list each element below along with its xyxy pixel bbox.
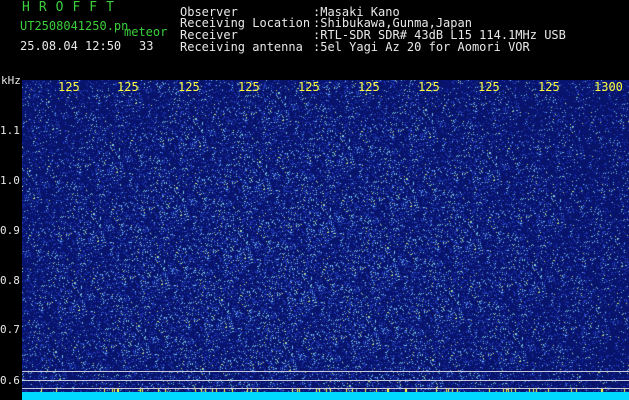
x-tick-label: 125 xyxy=(538,80,560,94)
y-axis-unit: kHz xyxy=(1,74,21,87)
y-tick-label: 0.7 xyxy=(0,323,20,336)
program-title: HROFFT xyxy=(22,0,123,15)
x-tick-label: 125 xyxy=(358,80,380,94)
signal-baseline xyxy=(22,392,629,400)
file-name: UT2508041250.pn xyxy=(20,19,129,33)
x-tick-label: 125 xyxy=(58,80,80,94)
antenna-value: :5el Yagi Az 20 for Aomori VOR xyxy=(313,40,530,54)
y-tick-label: 0.6 xyxy=(0,374,20,387)
meteor-count: 33 xyxy=(139,39,154,53)
x-tick-label: 125 xyxy=(418,80,440,94)
file-type-label: meteor xyxy=(124,25,168,39)
y-tick-label: 0.8 xyxy=(0,274,20,287)
x-tick-label: 125 xyxy=(117,80,139,94)
hrofft-window: HROFFT UT2508041250.pn meteor 25.08.04 1… xyxy=(0,0,629,400)
timestamp: 25.08.04 12:50 xyxy=(20,39,122,53)
y-tick-label: 1.0 xyxy=(0,174,20,187)
antenna-label: Receiving antenna xyxy=(180,40,303,54)
spectrogram-noise xyxy=(22,80,629,400)
x-tick-label: 125 xyxy=(298,80,320,94)
y-tick-label: 0.9 xyxy=(0,224,20,237)
spectrogram xyxy=(22,80,629,400)
x-tick-label: 125 xyxy=(178,80,200,94)
frequency-marker-line xyxy=(22,388,629,389)
x-tick-label: 125 xyxy=(238,80,260,94)
y-tick-label: 1.1 xyxy=(0,124,20,137)
frequency-marker-line xyxy=(22,371,629,372)
x-tick-label: 1300 xyxy=(594,80,623,94)
frequency-marker-line xyxy=(22,380,629,381)
x-tick-label: 125 xyxy=(478,80,500,94)
